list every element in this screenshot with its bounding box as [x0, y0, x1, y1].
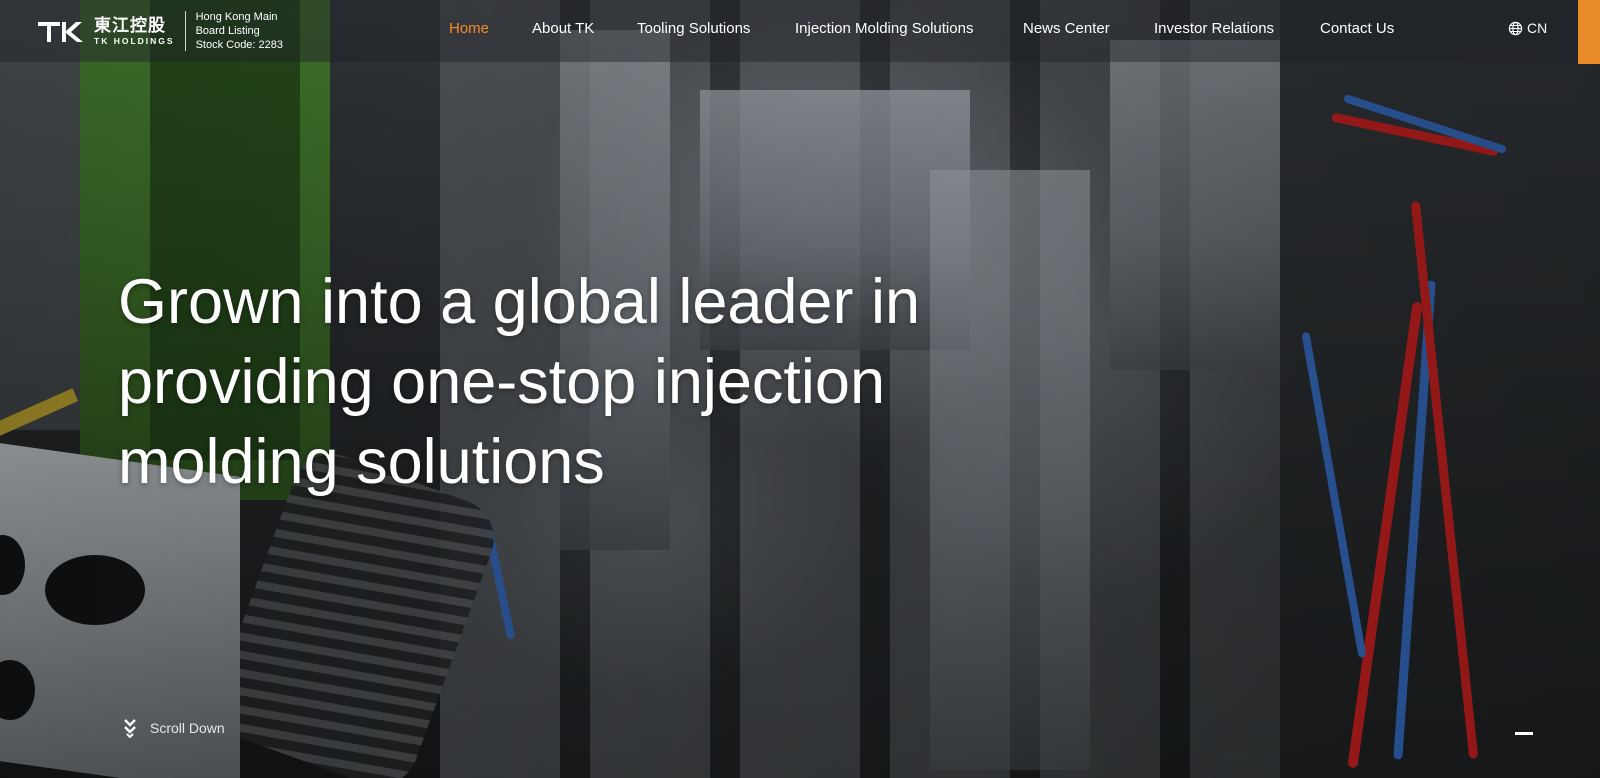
globe-icon: [1508, 21, 1523, 35]
nav-investor-relations[interactable]: Investor Relations: [1154, 20, 1274, 37]
hero-banner: 東江控股 TK HOLDINGS Hong Kong Main Board Li…: [0, 0, 1600, 778]
scroll-down-button[interactable]: Scroll Down: [124, 718, 225, 738]
nav-tooling-solutions[interactable]: Tooling Solutions: [637, 20, 750, 37]
headline-line: molding solutions: [118, 427, 605, 497]
stock-code: Stock Code: 2283: [195, 39, 284, 51]
language-switch[interactable]: CN: [1508, 20, 1547, 36]
language-label: CN: [1527, 20, 1548, 36]
double-chevron-down-icon: [124, 719, 136, 738]
scroll-down-label: Scroll Down: [150, 720, 225, 736]
hero-headline: Grown into a global leader in providing …: [118, 262, 1118, 502]
nav-injection-molding-solutions[interactable]: Injection Molding Solutions: [795, 20, 973, 37]
site-header: 東江控股 TK HOLDINGS Hong Kong Main Board Li…: [0, 0, 1600, 62]
headline-line: Grown into a global leader in: [118, 267, 920, 337]
nav-about[interactable]: About TK: [532, 20, 594, 37]
nav-home[interactable]: Home: [449, 20, 489, 37]
side-tab[interactable]: [1578, 0, 1600, 64]
slide-indicator[interactable]: [1515, 732, 1533, 735]
nav-news-center[interactable]: News Center: [1023, 20, 1110, 37]
nav-contact-us[interactable]: Contact Us: [1320, 20, 1394, 37]
main-nav: Home About TK Tooling Solutions Injectio…: [0, 20, 1600, 40]
headline-line: providing one-stop injection: [118, 347, 885, 417]
